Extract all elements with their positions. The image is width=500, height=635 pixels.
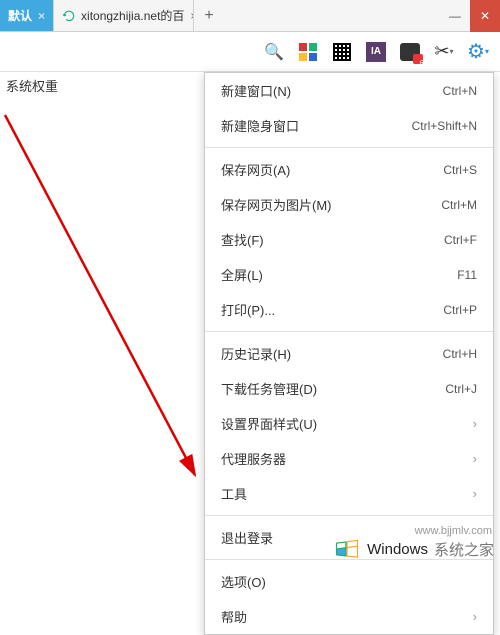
menu-item[interactable]: 保存网页为图片(M) Ctrl+M (205, 187, 493, 222)
menu-item-label: 全屏(L) (221, 265, 263, 284)
apps-button[interactable] (296, 40, 320, 64)
menu-separator (205, 331, 493, 332)
tab-bar: 默认 × xitongzhijia.net的百 × + — ✕ (0, 0, 500, 32)
menu-separator (205, 515, 493, 516)
minimize-button[interactable]: — (440, 0, 470, 32)
menu-item[interactable]: 下载任务管理(D) Ctrl+J (205, 371, 493, 406)
menu-item[interactable]: 全屏(L) F11 (205, 257, 493, 292)
chevron-down-icon: ▾ (485, 47, 489, 56)
watermark-sub: 系统之家 (434, 539, 494, 560)
notification-icon (400, 43, 420, 61)
menu-item[interactable]: 工具 › (205, 476, 493, 511)
menu-item[interactable]: 历史记录(H) Ctrl+H (205, 336, 493, 371)
menu-item-label: 新建隐身窗口 (221, 116, 299, 135)
menu-item-shortcut: Ctrl+Shift+N (412, 119, 477, 133)
tab-second[interactable]: xitongzhijia.net的百 × (54, 0, 194, 31)
watermark-brand: Windows (367, 541, 428, 558)
notification-badge: 6 (420, 59, 424, 68)
toolbar: 🔍 IA 6 ✂▾ ⚙▾ (0, 32, 500, 72)
menu-item-label: 帮助 (221, 607, 247, 626)
chevron-right-icon: › (473, 609, 477, 624)
menu-item[interactable]: 新建隐身窗口 Ctrl+Shift+N (205, 108, 493, 143)
menu-item-label: 保存网页(A) (221, 160, 290, 179)
tab-label: xitongzhijia.net的百 (81, 7, 184, 24)
menu-item-label: 新建窗口(N) (221, 81, 291, 100)
menu-item-label: 历史记录(H) (221, 344, 291, 363)
menu-item-shortcut: Ctrl+N (443, 84, 477, 98)
scissors-icon: ✂ (434, 41, 449, 62)
menu-item[interactable]: 打印(P)... Ctrl+P (205, 292, 493, 327)
chevron-right-icon: › (473, 451, 477, 466)
menu-item-label: 退出登录 (221, 528, 273, 547)
tab-spacer (224, 0, 440, 31)
chevron-right-icon: › (473, 416, 477, 431)
settings-menu-button[interactable]: ⚙▾ (466, 40, 490, 64)
menu-item-shortcut: Ctrl+S (443, 163, 477, 177)
gear-icon: ⚙ (467, 39, 485, 64)
menu-item-label: 打印(P)... (221, 300, 275, 319)
menu-item-label: 保存网页为图片(M) (221, 195, 332, 214)
menu-item-label: 选项(O) (221, 572, 266, 591)
menu-item-shortcut: Ctrl+J (445, 382, 477, 396)
page-heading: 系统权重 (0, 72, 64, 99)
apps-icon (299, 43, 317, 61)
ia-icon: IA (366, 42, 386, 62)
plus-icon: + (204, 7, 213, 25)
close-window-button[interactable]: ✕ (470, 0, 500, 32)
chevron-down-icon: ▾ (450, 47, 454, 56)
menu-item-label: 下载任务管理(D) (221, 379, 317, 398)
watermark: Windows 系统之家 (333, 535, 494, 563)
menu-item[interactable]: 代理服务器 › (205, 441, 493, 476)
menu-item-label: 工具 (221, 484, 247, 503)
windows-logo-icon (333, 535, 361, 563)
close-icon[interactable]: × (38, 9, 45, 23)
menu-item[interactable]: 保存网页(A) Ctrl+S (205, 152, 493, 187)
menu-item[interactable]: 设置界面样式(U) › (205, 406, 493, 441)
annotation-arrow (0, 80, 220, 490)
tab-active[interactable]: 默认 × (0, 0, 54, 31)
chevron-right-icon: › (473, 486, 477, 501)
menu-item-label: 代理服务器 (221, 449, 286, 468)
menu-item-shortcut: Ctrl+F (444, 233, 477, 247)
menu-separator (205, 147, 493, 148)
notification-button[interactable]: 6 (398, 40, 422, 64)
menu-item[interactable]: 查找(F) Ctrl+F (205, 222, 493, 257)
menu-item-label: 查找(F) (221, 230, 264, 249)
menu-item-label: 设置界面样式(U) (221, 414, 317, 433)
window-controls: — ✕ (440, 0, 500, 31)
menu-item-shortcut: Ctrl+M (441, 198, 477, 212)
search-icon: 🔍 (264, 42, 284, 62)
menu-item-shortcut: Ctrl+H (443, 347, 477, 361)
screenshot-button[interactable]: ✂▾ (432, 40, 456, 64)
search-button[interactable]: 🔍 (262, 40, 286, 64)
menu-item-shortcut: F11 (457, 268, 477, 282)
qr-button[interactable] (330, 40, 354, 64)
refresh-icon (62, 9, 76, 23)
menu-item[interactable]: 选项(O) (205, 564, 493, 599)
tab-label: 默认 (8, 7, 32, 24)
new-tab-button[interactable]: + (194, 0, 224, 31)
menu-item-shortcut: Ctrl+P (443, 303, 477, 317)
menu-item[interactable]: 新建窗口(N) Ctrl+N (205, 73, 493, 108)
menu-item[interactable]: 帮助 › (205, 599, 493, 634)
qr-icon (333, 43, 351, 61)
ia-button[interactable]: IA (364, 40, 388, 64)
